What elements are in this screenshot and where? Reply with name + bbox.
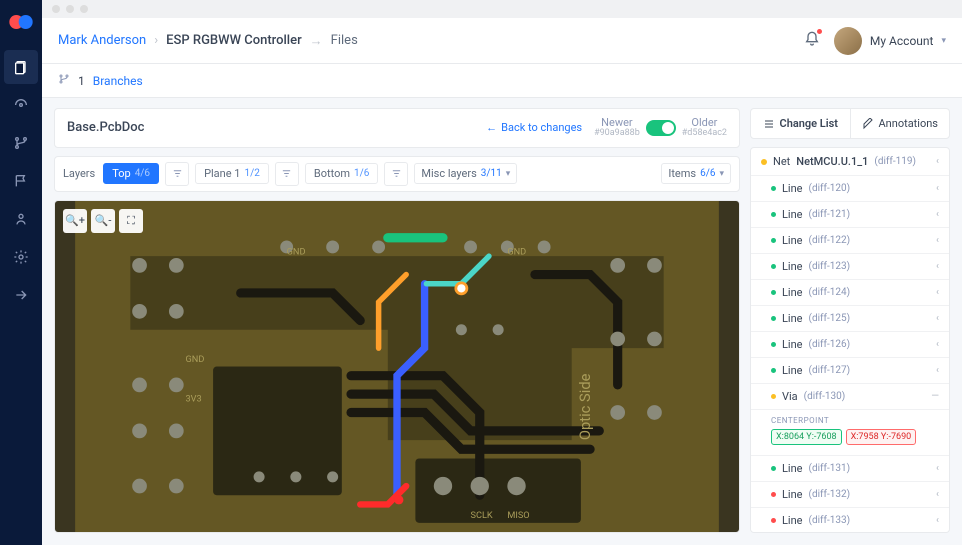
nav-settings-icon[interactable] <box>4 240 38 274</box>
svg-text:Optic Side: Optic Side <box>576 373 594 440</box>
svg-text:MISO: MISO <box>507 510 529 521</box>
branch-icon <box>58 73 70 88</box>
nav-collapse-icon[interactable] <box>4 278 38 312</box>
avatar <box>834 27 862 55</box>
nav-files-icon[interactable] <box>4 50 38 84</box>
diff-row[interactable]: Line(diff-122)‹ <box>751 228 949 254</box>
net-row[interactable]: Net NetMCU.U.1_1 (diff-119) ‹ <box>751 148 949 176</box>
app-logo <box>7 8 35 36</box>
centerpoint-old: X:7958 Y:-7690 <box>846 429 917 445</box>
svg-text:GND: GND <box>287 246 306 257</box>
tab-change-list[interactable]: Change List <box>751 109 851 138</box>
filter-plane-icon[interactable] <box>275 162 299 186</box>
zoom-in-icon[interactable]: 🔍+ <box>63 209 87 233</box>
panel-tabs: Change List Annotations <box>750 108 950 139</box>
doc-title: Base.PcbDoc <box>67 120 144 135</box>
svg-text:GND: GND <box>507 246 526 257</box>
diff-row[interactable]: Line(diff-133)‹ <box>751 508 949 533</box>
filter-top-icon[interactable] <box>165 162 189 186</box>
change-list: Net NetMCU.U.1_1 (diff-119) ‹ Line(diff-… <box>750 147 950 533</box>
account-label: My Account <box>870 34 934 48</box>
tab-annotations[interactable]: Annotations <box>851 109 950 138</box>
items-dropdown[interactable]: Items6/6▾ <box>661 163 731 184</box>
breadcrumb-page: Files <box>331 33 358 48</box>
topbar: Mark Anderson › ESP RGBWW Controller → F… <box>42 18 962 64</box>
left-rail <box>0 0 42 545</box>
breadcrumb-user[interactable]: Mark Anderson <box>58 33 146 48</box>
revision-toggle: Newer#90a9a88b Older#d58e4ac2 <box>594 117 727 139</box>
breadcrumb: Mark Anderson › ESP RGBWW Controller → F… <box>58 33 358 49</box>
branches-link[interactable]: Branches <box>93 74 143 88</box>
layer-bottom[interactable]: Bottom1/6 <box>305 163 379 184</box>
compare-toggle[interactable] <box>646 120 676 136</box>
layer-plane1[interactable]: Plane 11/2 <box>195 163 269 184</box>
notifications-icon[interactable] <box>804 31 820 51</box>
nav-team-icon[interactable] <box>4 202 38 236</box>
diff-row[interactable]: Line(diff-127)‹ <box>751 358 949 384</box>
misc-layers-dropdown[interactable]: Misc layers3/11▾ <box>414 163 517 184</box>
back-to-changes[interactable]: ← Back to changes <box>486 121 582 134</box>
diff-row[interactable]: Line(diff-131)‹ <box>751 456 949 482</box>
subbar: 1 Branches <box>42 64 962 98</box>
diff-row[interactable]: Line(diff-132)‹ <box>751 482 949 508</box>
nav-flag-icon[interactable] <box>4 164 38 198</box>
diff-row[interactable]: Line(diff-126)‹ <box>751 332 949 358</box>
filter-bottom-icon[interactable] <box>384 162 408 186</box>
svg-text:GND: GND <box>186 354 205 365</box>
diff-row[interactable]: Line(diff-123)‹ <box>751 254 949 280</box>
svg-text:3V3: 3V3 <box>186 393 202 404</box>
doc-header: Base.PcbDoc ← Back to changes Newer#90a9… <box>54 108 740 148</box>
diff-row[interactable]: Via(diff-130)— <box>751 384 949 410</box>
layer-top[interactable]: Top4/6 <box>103 163 159 184</box>
nav-branches-icon[interactable] <box>4 126 38 160</box>
zoom-out-icon[interactable]: 🔍- <box>91 209 115 233</box>
arrow-left-icon: ← <box>486 121 497 134</box>
account-menu[interactable]: My Account ▾ <box>834 27 946 55</box>
breadcrumb-project[interactable]: ESP RGBWW Controller <box>166 33 302 48</box>
diff-row[interactable]: Line(diff-125)‹ <box>751 306 949 332</box>
branch-count: 1 <box>78 74 85 88</box>
chevron-left-icon: ‹ <box>936 156 939 167</box>
diff-row[interactable]: Line(diff-121)‹ <box>751 202 949 228</box>
svg-text:SCLK: SCLK <box>471 510 493 521</box>
nav-reviews-icon[interactable] <box>4 88 38 122</box>
chevron-down-icon: ▾ <box>941 36 946 46</box>
pcb-canvas: GND GND GND 3V3 SCLK MISO Optic Side <box>55 201 739 532</box>
centerpoint-new: X:8064 Y:-7608 <box>771 429 842 445</box>
diff-row[interactable]: Line(diff-124)‹ <box>751 280 949 306</box>
fullscreen-icon[interactable]: ⛶ <box>119 209 143 233</box>
diff-row[interactable]: Line(diff-120)‹ <box>751 176 949 202</box>
layers-bar: Layers Top4/6 Plane 11/2 Bottom1/6 Misc … <box>54 156 740 192</box>
layers-label: Layers <box>63 167 95 180</box>
window-titlebar <box>42 0 962 18</box>
pcb-viewer[interactable]: 🔍+ 🔍- ⛶ <box>54 200 740 533</box>
diff-detail: CENTERPOINTX:8064 Y:-7608X:7958 Y:-7690 <box>751 410 949 456</box>
